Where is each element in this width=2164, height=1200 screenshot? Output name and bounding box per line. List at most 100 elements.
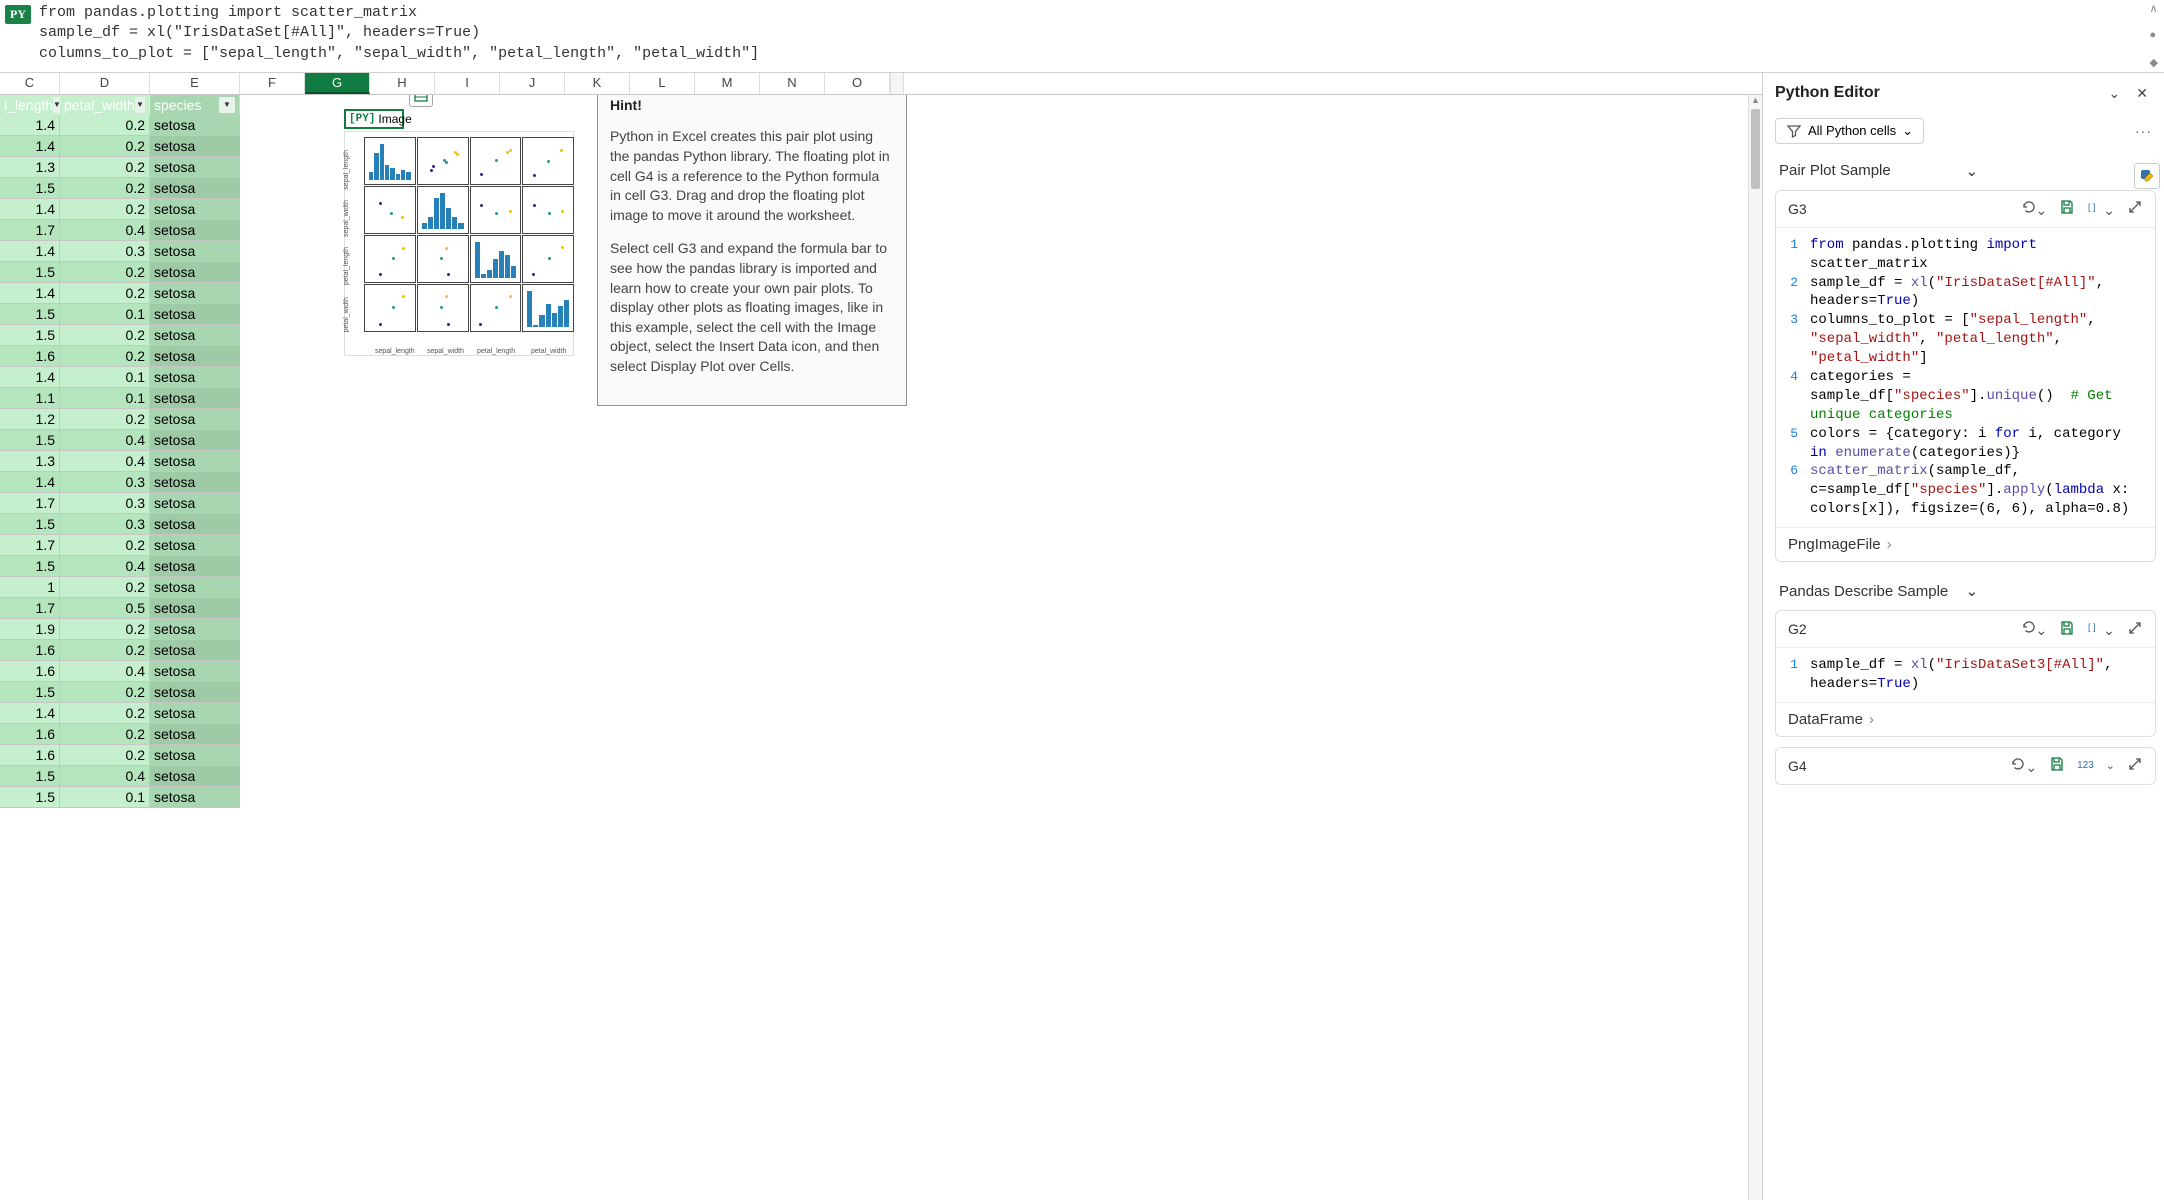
cell-species[interactable]: setosa [150, 367, 240, 388]
cell-length[interactable]: 1.4 [0, 136, 60, 157]
section-pair-plot[interactable]: Pair Plot Sample ⌄ [1775, 152, 2156, 190]
cell-species[interactable]: setosa [150, 115, 240, 136]
cell-length[interactable]: 1.3 [0, 451, 60, 472]
cell-width[interactable]: 0.4 [60, 556, 150, 577]
cell-width[interactable]: 0.2 [60, 115, 150, 136]
save-icon[interactable] [2049, 756, 2065, 775]
column-header-j[interactable]: J [500, 73, 565, 94]
cell-length[interactable]: 1.4 [0, 199, 60, 220]
more-options-icon[interactable]: ··· [2135, 123, 2152, 139]
expand-icon[interactable] [2127, 756, 2143, 775]
filter-icon[interactable] [219, 97, 235, 113]
table-row[interactable]: 1.40.2setosa [0, 283, 240, 304]
cell-length[interactable]: 1.4 [0, 241, 60, 262]
filter-icon[interactable] [135, 97, 145, 113]
expand-icon[interactable] [2127, 620, 2143, 639]
cell-g3-selected[interactable]: [PY] Image [344, 109, 404, 129]
col-width-header[interactable]: petal_width [60, 95, 150, 115]
cell-species[interactable]: setosa [150, 472, 240, 493]
cell-species[interactable]: setosa [150, 325, 240, 346]
cell-species[interactable]: setosa [150, 493, 240, 514]
cell-length[interactable]: 1.4 [0, 472, 60, 493]
cell-species[interactable]: setosa [150, 409, 240, 430]
undo-icon[interactable]: ⌄ [2020, 619, 2048, 639]
cell-length[interactable]: 1.5 [0, 514, 60, 535]
cell-width[interactable]: 0.1 [60, 304, 150, 325]
table-row[interactable]: 1.30.4setosa [0, 451, 240, 472]
cell-width[interactable]: 0.2 [60, 724, 150, 745]
table-row[interactable]: 1.50.2setosa [0, 682, 240, 703]
table-row[interactable]: 1.40.3setosa [0, 472, 240, 493]
cell-length[interactable]: 1 [0, 577, 60, 598]
cell-length[interactable]: 1.7 [0, 220, 60, 241]
table-row[interactable]: 1.40.2setosa [0, 115, 240, 136]
cell-species[interactable]: setosa [150, 199, 240, 220]
cell-length[interactable]: 1.4 [0, 115, 60, 136]
table-row[interactable]: 1.50.4setosa [0, 556, 240, 577]
col-length-header[interactable]: l_length [0, 95, 60, 115]
column-header-f[interactable]: F [240, 73, 305, 94]
undo-icon[interactable]: ⌄ [2020, 199, 2048, 219]
cell-length[interactable]: 1.5 [0, 325, 60, 346]
cell-width[interactable]: 0.1 [60, 367, 150, 388]
output-type-123-icon[interactable]: 123 [2077, 760, 2094, 771]
cell-width[interactable]: 0.2 [60, 703, 150, 724]
table-row[interactable]: 1.70.3setosa [0, 493, 240, 514]
table-row[interactable]: 1.40.2setosa [0, 199, 240, 220]
column-header-c[interactable]: C [0, 73, 60, 94]
table-row[interactable]: 1.40.2setosa [0, 136, 240, 157]
expand-icon[interactable] [2127, 199, 2143, 218]
cell-species[interactable]: setosa [150, 535, 240, 556]
table-row[interactable]: 10.2setosa [0, 577, 240, 598]
cell-width[interactable]: 0.1 [60, 787, 150, 808]
close-icon[interactable]: ✕ [2132, 81, 2152, 106]
table-row[interactable]: 1.90.2setosa [0, 619, 240, 640]
code-editor[interactable]: 1from pandas.plotting import scatter_mat… [1776, 228, 2155, 527]
cell-species[interactable]: setosa [150, 766, 240, 787]
cell-species[interactable]: setosa [150, 703, 240, 724]
chevron-down-icon[interactable]: ⌄ [1966, 162, 2153, 180]
cell-length[interactable]: 1.5 [0, 787, 60, 808]
cell-species[interactable]: setosa [150, 178, 240, 199]
worksheet-grid[interactable]: C D E F G H I J K L M N O l_length petal… [0, 73, 1762, 1200]
cell-species[interactable]: setosa [150, 787, 240, 808]
cell-species[interactable]: setosa [150, 388, 240, 409]
cell-species[interactable]: setosa [150, 661, 240, 682]
cell-species[interactable]: setosa [150, 682, 240, 703]
cell-species[interactable]: setosa [150, 640, 240, 661]
table-row[interactable]: 1.50.1setosa [0, 787, 240, 808]
cell-length[interactable]: 1.4 [0, 367, 60, 388]
cell-width[interactable]: 0.5 [60, 598, 150, 619]
cell-width[interactable]: 0.4 [60, 451, 150, 472]
cell-species[interactable]: setosa [150, 556, 240, 577]
column-header-o[interactable]: O [825, 73, 890, 94]
table-row[interactable]: 1.70.5setosa [0, 598, 240, 619]
table-row[interactable]: 1.40.2setosa [0, 703, 240, 724]
column-header-m[interactable]: M [695, 73, 760, 94]
cell-species[interactable]: setosa [150, 598, 240, 619]
cell-width[interactable]: 0.2 [60, 619, 150, 640]
output-row[interactable]: PngImageFile › [1776, 527, 2155, 561]
cell-length[interactable]: 1.6 [0, 346, 60, 367]
cell-width[interactable]: 0.2 [60, 262, 150, 283]
cell-length[interactable]: 1.6 [0, 661, 60, 682]
table-row[interactable]: 1.60.4setosa [0, 661, 240, 682]
table-row[interactable]: 1.50.2setosa [0, 325, 240, 346]
cell-species[interactable]: setosa [150, 220, 240, 241]
column-header-k[interactable]: K [565, 73, 630, 94]
cell-width[interactable]: 0.2 [60, 577, 150, 598]
cell-length[interactable]: 1.7 [0, 535, 60, 556]
table-row[interactable]: 1.20.2setosa [0, 409, 240, 430]
cell-length[interactable]: 1.6 [0, 724, 60, 745]
code-editor[interactable]: 1sample_df = xl("IrisDataSet3[#All]", he… [1776, 648, 2155, 702]
column-header-h[interactable]: H [370, 73, 435, 94]
cell-length[interactable]: 1.6 [0, 640, 60, 661]
table-row[interactable]: 1.50.2setosa [0, 262, 240, 283]
cell-length[interactable]: 1.5 [0, 430, 60, 451]
cell-length[interactable]: 1.2 [0, 409, 60, 430]
cell-species[interactable]: setosa [150, 136, 240, 157]
cell-width[interactable]: 0.4 [60, 430, 150, 451]
table-row[interactable]: 1.60.2setosa [0, 346, 240, 367]
cell-width[interactable]: 0.1 [60, 388, 150, 409]
cell-length[interactable]: 1.6 [0, 745, 60, 766]
